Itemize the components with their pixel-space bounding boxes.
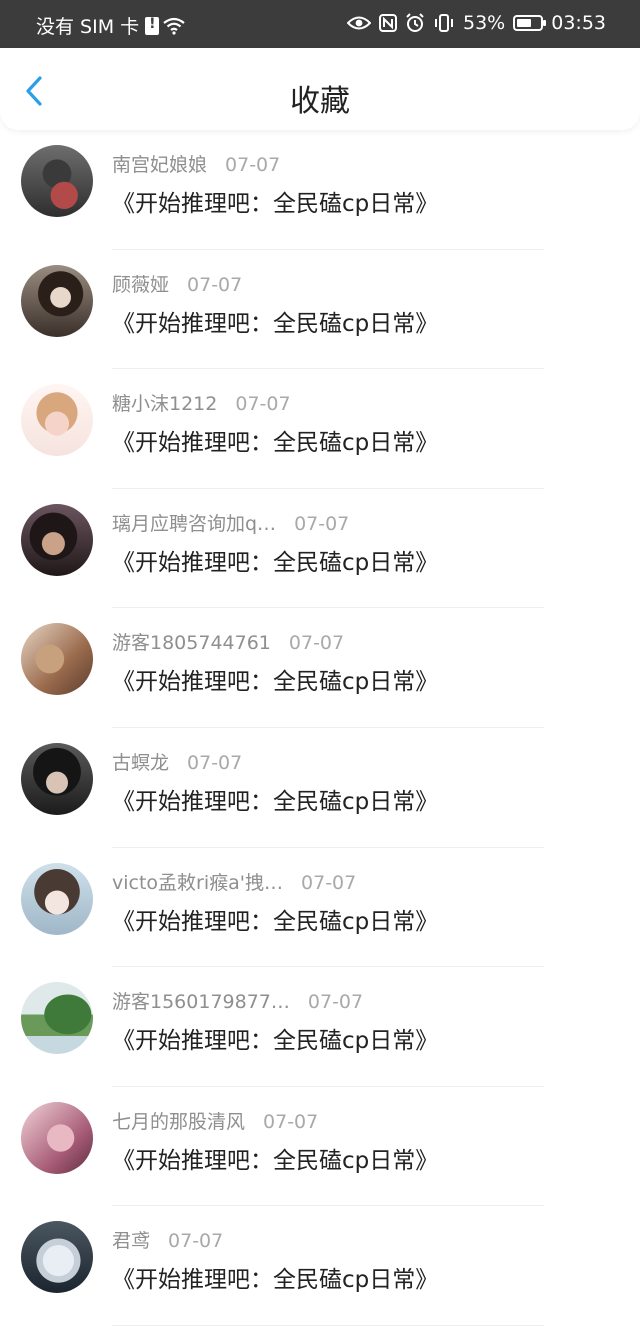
user-name: 南宫妃娘娘 bbox=[112, 154, 208, 176]
avatar[interactable] bbox=[21, 1221, 93, 1294]
list-item[interactable]: 顾薇娅 07-07 《开始推理吧：全民磕cp日常》 bbox=[0, 250, 640, 370]
avatar[interactable] bbox=[21, 623, 93, 696]
item-title: 《开始推理吧：全民磕cp日常》 bbox=[112, 908, 439, 935]
avatar[interactable] bbox=[21, 742, 93, 815]
avatar[interactable] bbox=[21, 1101, 93, 1174]
item-date: 07-07 bbox=[168, 1230, 224, 1253]
item-title: 《开始推理吧：全民磕cp日常》 bbox=[112, 549, 439, 576]
item-title: 《开始推理吧：全民磕cp日常》 bbox=[112, 669, 439, 696]
avatar[interactable] bbox=[21, 503, 93, 576]
list-item[interactable]: 璃月应聘咨询加q… 07-07 《开始推理吧：全民磕cp日常》 bbox=[0, 489, 640, 609]
item-title: 《开始推理吧：全民磕cp日常》 bbox=[112, 1147, 439, 1174]
sim-alert-icon bbox=[145, 16, 160, 35]
page-title: 收藏 bbox=[290, 84, 350, 119]
list-item[interactable]: 南宫妃娘娘 07-07 《开始推理吧：全民磕cp日常》 bbox=[0, 130, 640, 250]
item-date: 07-07 bbox=[187, 751, 243, 774]
item-date: 07-07 bbox=[187, 273, 243, 296]
item-meta: victo孟敕ri瘊a'拽… 07-07 bbox=[112, 868, 356, 895]
avatar[interactable] bbox=[21, 862, 93, 935]
battery-icon bbox=[513, 15, 547, 31]
item-title: 《开始推理吧：全民磕cp日常》 bbox=[112, 430, 439, 457]
item-date: 07-07 bbox=[301, 871, 357, 894]
item-title: 《开始推理吧：全民磕cp日常》 bbox=[112, 310, 439, 337]
item-meta: 南宫妃娘娘 07-07 bbox=[112, 150, 280, 177]
list-item[interactable]: 游客1560179877… 07-07 《开始推理吧：全民磕cp日常》 bbox=[0, 967, 640, 1087]
alarm-icon bbox=[405, 13, 425, 33]
avatar[interactable] bbox=[21, 145, 93, 217]
top-app-bar: 收藏 bbox=[0, 48, 640, 130]
item-date: 07-07 bbox=[288, 632, 345, 655]
item-meta: 游客1805744761 07-07 bbox=[112, 628, 344, 655]
user-name: victo孟敕ri瘊a'拽… bbox=[112, 871, 284, 894]
item-date: 07-07 bbox=[294, 512, 350, 535]
avatar[interactable] bbox=[21, 264, 93, 337]
user-name: 糖小沫1212 bbox=[112, 393, 218, 416]
item-date: 07-07 bbox=[263, 1110, 319, 1133]
list-item[interactable]: 七月的那股清风 07-07 《开始推理吧：全民磕cp日常》 bbox=[0, 1087, 640, 1207]
status-bar-left: 没有 SIM 卡 bbox=[36, 12, 185, 39]
status-bar: 没有 SIM 卡 53% 03:53 bbox=[0, 0, 640, 48]
nfc-icon bbox=[379, 14, 397, 32]
item-title: 《开始推理吧：全民磕cp日常》 bbox=[112, 191, 439, 217]
avatar[interactable] bbox=[21, 384, 93, 457]
item-meta: 七月的那股清风 07-07 bbox=[112, 1107, 318, 1134]
list-item[interactable]: 古螟龙 07-07 《开始推理吧：全民磕cp日常》 bbox=[0, 728, 640, 848]
item-meta: 游客1560179877… 07-07 bbox=[112, 987, 363, 1014]
user-name: 游客1805744761 bbox=[112, 632, 271, 655]
item-date: 07-07 bbox=[235, 393, 291, 416]
item-meta: 顾薇娅 07-07 bbox=[112, 270, 242, 297]
user-name: 顾薇娅 bbox=[112, 273, 170, 296]
item-meta: 璃月应聘咨询加q… 07-07 bbox=[112, 509, 349, 536]
item-date: 07-07 bbox=[225, 154, 281, 176]
avatar[interactable] bbox=[21, 982, 93, 1055]
divider bbox=[112, 1324, 544, 1326]
wifi-icon bbox=[163, 17, 185, 35]
battery-percent: 53% bbox=[463, 12, 506, 34]
user-name: 七月的那股清风 bbox=[112, 1110, 246, 1133]
item-meta: 古螟龙 07-07 bbox=[112, 748, 242, 775]
user-name: 游客1560179877… bbox=[112, 991, 290, 1014]
status-bar-right: 53% 03:53 bbox=[347, 12, 606, 34]
list-item[interactable]: 游客1805744761 07-07 《开始推理吧：全民磕cp日常》 bbox=[0, 608, 640, 728]
user-name: 璃月应聘咨询加q… bbox=[112, 512, 277, 535]
clock-time: 03:53 bbox=[551, 12, 606, 34]
item-title: 《开始推理吧：全民磕cp日常》 bbox=[112, 1267, 439, 1294]
item-meta: 君鸢 07-07 bbox=[112, 1226, 223, 1253]
favorites-list: 南宫妃娘娘 07-07 《开始推理吧：全民磕cp日常》 顾薇娅 07-07 《开始推… bbox=[0, 130, 640, 1326]
item-meta: 糖小沫1212 07-07 bbox=[112, 389, 291, 416]
item-date: 07-07 bbox=[307, 991, 364, 1014]
list-item[interactable]: 糖小沫1212 07-07 《开始推理吧：全民磕cp日常》 bbox=[0, 369, 640, 489]
list-item[interactable]: 君鸢 07-07 《开始推理吧：全民磕cp日常》 bbox=[0, 1206, 640, 1326]
eye-icon bbox=[347, 15, 371, 31]
item-title: 《开始推理吧：全民磕cp日常》 bbox=[112, 788, 439, 815]
item-title: 《开始推理吧：全民磕cp日常》 bbox=[112, 1028, 439, 1055]
user-name: 君鸢 bbox=[112, 1230, 151, 1253]
list-item[interactable]: victo孟敕ri瘊a'拽… 07-07 《开始推理吧：全民磕cp日常》 bbox=[0, 848, 640, 968]
vibrate-icon bbox=[433, 14, 455, 32]
carrier-text: 没有 SIM 卡 bbox=[36, 16, 140, 38]
user-name: 古螟龙 bbox=[112, 751, 170, 774]
